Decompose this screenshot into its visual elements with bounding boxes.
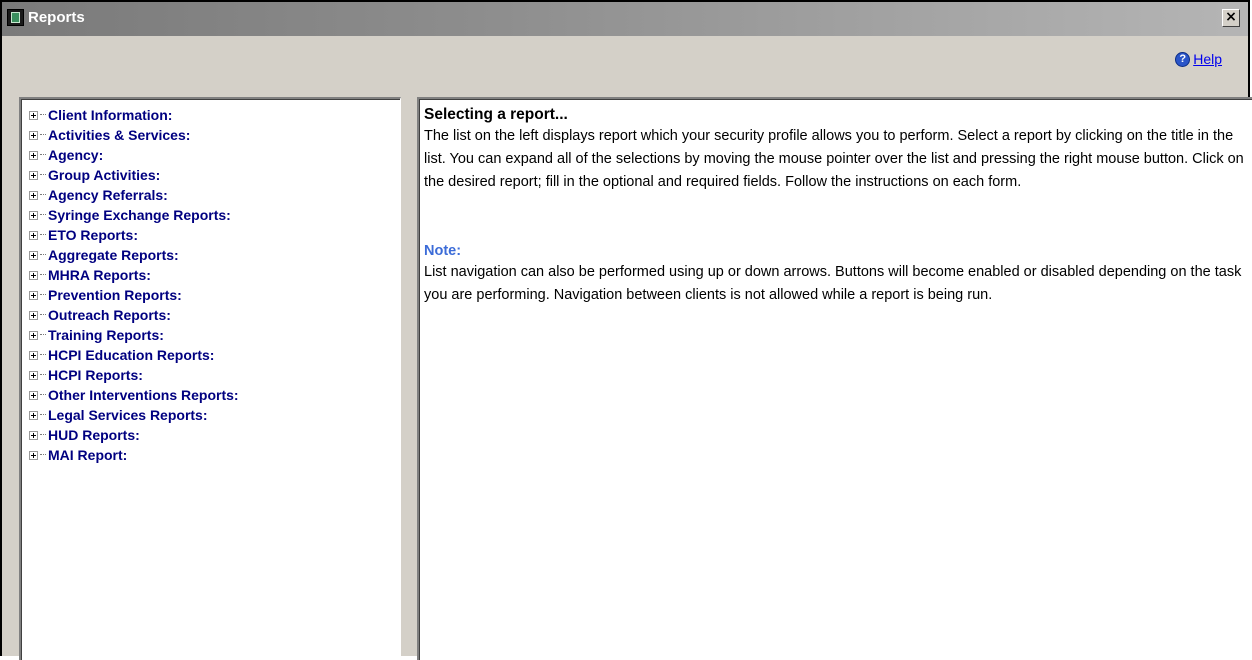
tree-item-label[interactable]: Outreach Reports: xyxy=(48,307,171,323)
tree-item[interactable]: Prevention Reports: xyxy=(29,285,239,305)
tree-connector xyxy=(40,314,46,316)
tree-item[interactable]: Legal Services Reports: xyxy=(29,405,239,425)
tree-item[interactable]: Client Information: xyxy=(29,105,239,125)
tree-item-label[interactable]: MHRA Reports: xyxy=(48,267,151,283)
tree-item-label[interactable]: Agency: xyxy=(48,147,103,163)
tree-item[interactable]: Agency Referrals: xyxy=(29,185,239,205)
tree-item[interactable]: Group Activities: xyxy=(29,165,239,185)
help-icon: ? xyxy=(1175,51,1191,67)
tree-item-label[interactable]: Aggregate Reports: xyxy=(48,247,179,263)
tree-item-label[interactable]: Legal Services Reports: xyxy=(48,407,208,423)
tree-item-label[interactable]: Group Activities: xyxy=(48,167,160,183)
tree-connector xyxy=(40,214,46,216)
tree-item[interactable]: Other Interventions Reports: xyxy=(29,385,239,405)
plus-box-icon[interactable] xyxy=(29,150,38,160)
tree-item-label[interactable]: Agency Referrals: xyxy=(48,187,168,203)
plus-box-icon[interactable] xyxy=(29,250,38,260)
tree-item-label[interactable]: HCPI Reports: xyxy=(48,367,143,383)
tree-item-label[interactable]: Prevention Reports: xyxy=(48,287,182,303)
tree-item[interactable]: HCPI Education Reports: xyxy=(29,345,239,365)
tree-item[interactable]: Aggregate Reports: xyxy=(29,245,239,265)
tree-item-label[interactable]: Training Reports: xyxy=(48,327,164,343)
plus-box-icon[interactable] xyxy=(29,310,38,320)
tree-item-label[interactable]: Client Information: xyxy=(48,107,172,123)
tree-connector xyxy=(40,194,46,196)
info-body: The list on the left displays report whi… xyxy=(424,128,1244,190)
tree-connector xyxy=(40,274,46,276)
plus-box-icon[interactable] xyxy=(29,350,38,360)
tree-item[interactable]: HUD Reports: xyxy=(29,425,239,445)
report-tree-pane[interactable]: Client Information: Activities & Services… xyxy=(19,97,401,660)
tree-item[interactable]: HCPI Reports: xyxy=(29,365,239,385)
plus-box-icon[interactable] xyxy=(29,370,38,380)
tree-item[interactable]: MAI Report: xyxy=(29,445,239,465)
plus-box-icon[interactable] xyxy=(29,170,38,180)
tree-item[interactable]: Training Reports: xyxy=(29,325,239,345)
plus-box-icon[interactable] xyxy=(29,330,38,340)
tree-connector xyxy=(40,334,46,336)
plus-box-icon[interactable] xyxy=(29,190,38,200)
tree-item-label[interactable]: Activities & Services: xyxy=(48,127,190,143)
info-pane: Selecting a report... The list on the le… xyxy=(417,97,1252,660)
plus-box-icon[interactable] xyxy=(29,410,38,420)
tree-item[interactable]: Outreach Reports: xyxy=(29,305,239,325)
plus-box-icon[interactable] xyxy=(29,270,38,280)
tree-connector xyxy=(40,394,46,396)
report-tree: Client Information: Activities & Services… xyxy=(29,105,239,465)
info-heading: Selecting a report... xyxy=(424,106,568,123)
note-label: Note: xyxy=(424,243,462,259)
plus-box-icon[interactable] xyxy=(29,210,38,220)
tree-item-label[interactable]: Other Interventions Reports: xyxy=(48,387,239,403)
reports-window-icon xyxy=(7,9,24,26)
title-bar[interactable]: Reports × xyxy=(2,2,1248,36)
window-title: Reports xyxy=(28,9,85,26)
tree-connector xyxy=(40,174,46,176)
plus-box-icon[interactable] xyxy=(29,290,38,300)
reports-window-icon-inner xyxy=(11,12,20,23)
plus-box-icon[interactable] xyxy=(29,450,38,460)
tree-connector xyxy=(40,354,46,356)
note-body: List navigation can also be performed us… xyxy=(424,264,1242,303)
tree-item[interactable]: Activities & Services: xyxy=(29,125,239,145)
tree-connector xyxy=(40,434,46,436)
plus-box-icon[interactable] xyxy=(29,230,38,240)
tree-connector xyxy=(40,134,46,136)
plus-box-icon[interactable] xyxy=(29,390,38,400)
plus-box-icon[interactable] xyxy=(29,430,38,440)
tree-connector xyxy=(40,454,46,456)
help-label[interactable]: Help xyxy=(1193,51,1222,67)
tree-item[interactable]: Syringe Exchange Reports: xyxy=(29,205,239,225)
info-content: Selecting a report... The list on the le… xyxy=(424,105,1249,307)
close-icon: × xyxy=(1225,9,1237,25)
tree-connector xyxy=(40,154,46,156)
tree-connector xyxy=(40,254,46,256)
tree-item-label[interactable]: HUD Reports: xyxy=(48,427,140,443)
tree-connector xyxy=(40,414,46,416)
close-button[interactable]: × xyxy=(1222,9,1240,27)
tree-connector xyxy=(40,234,46,236)
tree-connector xyxy=(40,114,46,116)
plus-box-icon[interactable] xyxy=(29,130,38,140)
help-link[interactable]: ? Help xyxy=(1175,51,1222,67)
tree-connector xyxy=(40,294,46,296)
tree-item-label[interactable]: HCPI Education Reports: xyxy=(48,347,214,363)
plus-box-icon[interactable] xyxy=(29,110,38,120)
tree-item[interactable]: ETO Reports: xyxy=(29,225,239,245)
tree-item[interactable]: Agency: xyxy=(29,145,239,165)
tree-item-label[interactable]: ETO Reports: xyxy=(48,227,138,243)
tree-item-label[interactable]: Syringe Exchange Reports: xyxy=(48,207,231,223)
tree-item-label[interactable]: MAI Report: xyxy=(48,447,127,463)
reports-window: Reports × ? Help Client Information: Acti… xyxy=(0,0,1252,660)
tree-item[interactable]: MHRA Reports: xyxy=(29,265,239,285)
tree-connector xyxy=(40,374,46,376)
